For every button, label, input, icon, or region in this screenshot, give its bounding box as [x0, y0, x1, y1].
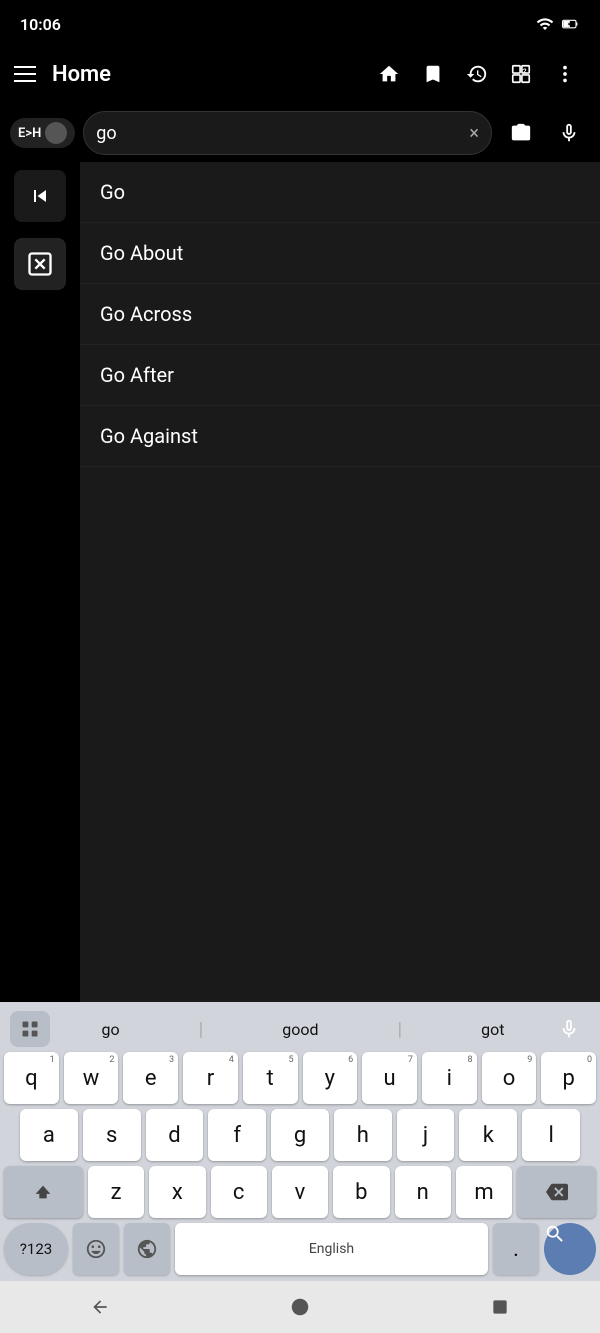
- keyboard-row-2: a s d f g h j k l: [4, 1109, 596, 1161]
- key-k[interactable]: k: [459, 1109, 517, 1161]
- key-x[interactable]: x: [149, 1166, 205, 1218]
- key-search[interactable]: [544, 1223, 596, 1275]
- key-g[interactable]: g: [271, 1109, 329, 1161]
- key-v[interactable]: v: [272, 1166, 328, 1218]
- key-n[interactable]: n: [395, 1166, 451, 1218]
- back-column: [0, 162, 80, 1002]
- keyboard-suggestion-words: go | good | got: [58, 1016, 548, 1043]
- key-c[interactable]: c: [211, 1166, 267, 1218]
- camera-search-icon-btn[interactable]: [500, 112, 542, 154]
- search-input-value: go: [96, 123, 463, 144]
- key-r[interactable]: 4r: [183, 1052, 238, 1104]
- key-s[interactable]: s: [83, 1109, 141, 1161]
- key-d[interactable]: d: [146, 1109, 204, 1161]
- key-j[interactable]: j: [397, 1109, 455, 1161]
- svg-text:2: 2: [523, 67, 527, 75]
- key-e[interactable]: 3e: [123, 1052, 178, 1104]
- suggestion-go[interactable]: Go: [80, 162, 600, 223]
- key-q[interactable]: 1q: [4, 1052, 59, 1104]
- lang-toggle-label: E>H: [18, 126, 41, 141]
- status-icons: [536, 15, 580, 33]
- key-i[interactable]: 8i: [422, 1052, 477, 1104]
- history-icon-btn[interactable]: [456, 53, 498, 95]
- status-bar: 10:06: [0, 0, 600, 44]
- key-y[interactable]: 6y: [303, 1052, 358, 1104]
- keyboard-area: go | good | got 1q 2w 3e 4r 5t 6y 7u 8i …: [0, 1002, 600, 1281]
- keyboard-suggestion-bar: go | good | got: [4, 1006, 596, 1052]
- app-bar: Home 2: [0, 44, 600, 104]
- battery-icon: [560, 15, 580, 33]
- status-time: 10:06: [20, 15, 61, 34]
- keyboard-grid-icon[interactable]: [10, 1011, 50, 1047]
- key-space[interactable]: English: [175, 1223, 488, 1275]
- key-h[interactable]: h: [334, 1109, 392, 1161]
- suggestion-word-good[interactable]: good: [274, 1016, 326, 1043]
- suggestion-go-against[interactable]: Go Against: [80, 406, 600, 467]
- keyboard-row-1: 1q 2w 3e 4r 5t 6y 7u 8i 9o 0p: [4, 1052, 596, 1104]
- keyboard-row-3: z x c v b n m: [4, 1166, 596, 1218]
- key-a[interactable]: a: [20, 1109, 78, 1161]
- navigation-bar: [0, 1281, 600, 1333]
- key-w[interactable]: 2w: [64, 1052, 119, 1104]
- key-f[interactable]: f: [208, 1109, 266, 1161]
- more-options-icon-btn[interactable]: [544, 53, 586, 95]
- back-button[interactable]: [14, 170, 66, 222]
- app-bar-actions: 2: [368, 53, 586, 95]
- search-clear-icon[interactable]: ×: [469, 123, 479, 144]
- hamburger-menu-icon[interactable]: [14, 66, 36, 82]
- keyboard-mic-icon[interactable]: [548, 1008, 590, 1050]
- key-globe[interactable]: [124, 1223, 170, 1275]
- suggestion-go-after[interactable]: Go After: [80, 345, 600, 406]
- home-icon-btn[interactable]: [368, 53, 410, 95]
- layers-icon-btn[interactable]: 2: [500, 53, 542, 95]
- language-toggle[interactable]: E>H: [10, 118, 75, 148]
- key-z[interactable]: z: [88, 1166, 144, 1218]
- keyboard-bottom-row: ?123 English .: [4, 1223, 596, 1275]
- nav-back-button[interactable]: [80, 1287, 120, 1327]
- key-b[interactable]: b: [333, 1166, 389, 1218]
- suggestion-go-across[interactable]: Go Across: [80, 284, 600, 345]
- voice-search-icon-btn[interactable]: [548, 112, 590, 154]
- nav-home-button[interactable]: [279, 1286, 321, 1328]
- key-backspace[interactable]: [517, 1166, 596, 1218]
- suggestions-area: Go Go About Go Across Go After Go Agains…: [0, 162, 600, 1002]
- nav-recents-button[interactable]: [480, 1287, 520, 1327]
- search-extra-icons: [500, 112, 590, 154]
- key-u[interactable]: 7u: [362, 1052, 417, 1104]
- search-row: E>H go ×: [0, 104, 600, 162]
- lang-dot: [45, 122, 67, 144]
- suggestion-word-got[interactable]: got: [473, 1016, 512, 1043]
- key-p[interactable]: 0p: [541, 1052, 596, 1104]
- search-box[interactable]: go ×: [83, 111, 492, 155]
- key-m[interactable]: m: [456, 1166, 512, 1218]
- signal-icon: [536, 15, 554, 33]
- bookmark-icon-btn[interactable]: [412, 53, 454, 95]
- key-o[interactable]: 9o: [482, 1052, 537, 1104]
- key-period[interactable]: .: [493, 1223, 539, 1275]
- suggestion-word-go[interactable]: go: [94, 1016, 128, 1043]
- key-t[interactable]: 5t: [243, 1052, 298, 1104]
- key-l[interactable]: l: [522, 1109, 580, 1161]
- key-emoji[interactable]: [73, 1223, 119, 1275]
- suggestions-list: Go Go About Go Across Go After Go Agains…: [80, 162, 600, 1002]
- key-shift[interactable]: [4, 1166, 83, 1218]
- app-title: Home: [52, 62, 368, 87]
- key-num-toggle[interactable]: ?123: [4, 1223, 68, 1275]
- close-square-button[interactable]: [14, 238, 66, 290]
- suggestion-go-about[interactable]: Go About: [80, 223, 600, 284]
